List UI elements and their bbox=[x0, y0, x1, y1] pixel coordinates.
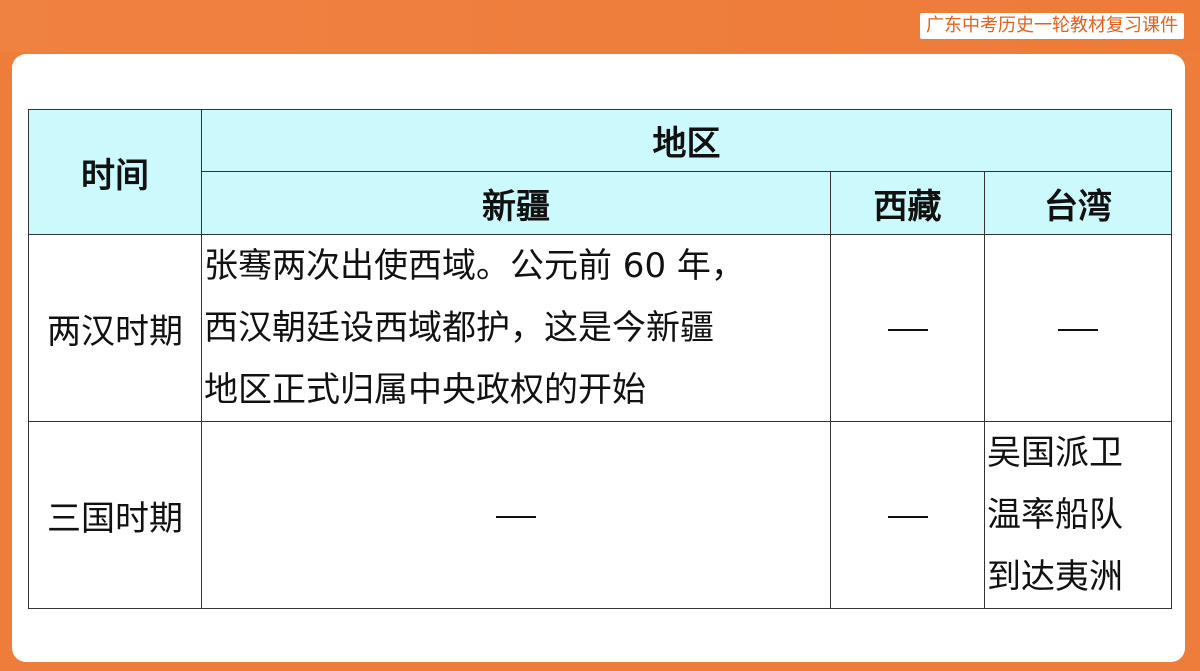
period-three-kingdoms: 三国时期 bbox=[28, 421, 202, 609]
cell-han-xizang bbox=[830, 234, 985, 422]
cell-han-taiwan bbox=[984, 234, 1172, 422]
period-han: 两汉时期 bbox=[28, 234, 202, 422]
text-line: 地区正式归属中央政权的开始 bbox=[204, 370, 646, 410]
cell-tk-xinjiang bbox=[201, 421, 831, 609]
history-table: 时间 地区 新疆 西藏 台湾 两汉时期 张骞两次出使西域。公元前 60 年， 西… bbox=[28, 109, 1172, 609]
header-taiwan: 台湾 bbox=[984, 171, 1172, 235]
course-title-badge: 广东中考历史一轮教材复习课件 bbox=[920, 13, 1184, 39]
cell-han-xinjiang: 张骞两次出使西域。公元前 60 年， 西汉朝廷设西域都护，这是今新疆 地区正式归… bbox=[201, 234, 831, 422]
text-line: 温率船队 bbox=[987, 495, 1123, 535]
header-region: 地区 bbox=[201, 109, 1172, 172]
text-line: 到达夷洲 bbox=[987, 557, 1123, 597]
cell-tk-xizang bbox=[830, 421, 985, 609]
cell-tk-taiwan: 吴国派卫 温率船队 到达夷洲 bbox=[984, 421, 1172, 609]
header-xinjiang: 新疆 bbox=[201, 171, 831, 235]
table-row: 两汉时期 张骞两次出使西域。公元前 60 年， 西汉朝廷设西域都护，这是今新疆 … bbox=[28, 234, 1172, 422]
text-line: 张骞两次出使西域。公元前 60 年， bbox=[204, 246, 745, 286]
dash-mark bbox=[887, 328, 928, 331]
text-line: 吴国派卫 bbox=[987, 433, 1123, 473]
header-xizang: 西藏 bbox=[830, 171, 985, 235]
table-row: 三国时期 吴国派卫 温率船队 到达夷洲 bbox=[28, 421, 1172, 609]
dash-mark bbox=[887, 515, 928, 518]
dash-mark bbox=[1058, 328, 1098, 331]
text-line: 西汉朝廷设西域都护，这是今新疆 bbox=[204, 308, 714, 348]
header-time: 时间 bbox=[28, 109, 202, 235]
dash-mark bbox=[496, 515, 536, 518]
